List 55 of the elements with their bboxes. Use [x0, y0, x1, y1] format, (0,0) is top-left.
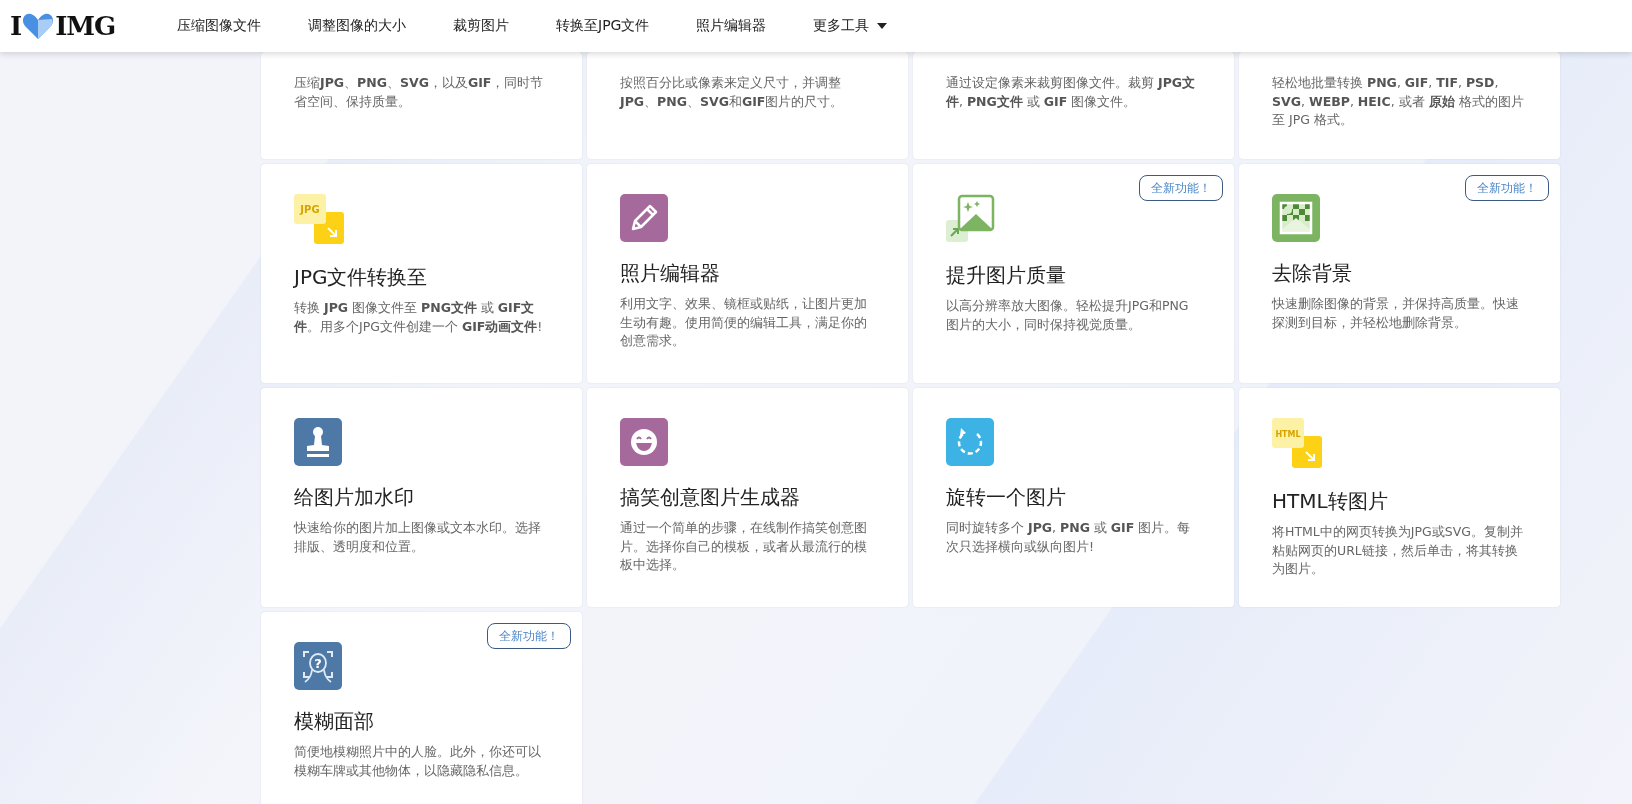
tool-description: 同时旋转多个 JPG, PNG 或 GIF 图片。每次只选择横向或纵向图片! [946, 519, 1192, 556]
nav-dropdown[interactable]: 更多工具 [813, 17, 888, 35]
tool-card[interactable]: 通过设定像素来裁剪图像文件。裁剪 JPG文件, PNG文件 或 GIF 图像文件。 [913, 52, 1234, 159]
caret-icon [877, 23, 888, 29]
tool-description: 通过设定像素来裁剪图像文件。裁剪 JPG文件, PNG文件 或 GIF 图像文件。 [946, 74, 1197, 111]
tool-description: 快速删除图像的背景，并保持高质量。快速探测到目标，并轻松地删除背景。 [1272, 295, 1520, 332]
rotate-icon [946, 418, 994, 466]
tool-title: 提升图片质量 [946, 262, 1067, 289]
tool-description: 将HTML中的网页转换为JPG或SVG。复制并粘贴网页的URL链接，然后单击，将其转换为图片。 [1272, 523, 1524, 578]
pencil-icon [620, 194, 668, 242]
tool-card[interactable]: 旋转一个图片 同时旋转多个 JPG, PNG 或 GIF 图片。每次只选择横向或纵向图片! [913, 388, 1234, 607]
nav-link[interactable]: 调整图像的大小 [308, 17, 406, 35]
tool-card[interactable]: 全新功能！ 提升图片质量 以高分辨率放大图像。轻松提升JPG和PNG图片的大小，同时保持视觉质量。 [913, 164, 1234, 383]
background-remove-icon [1272, 194, 1320, 242]
nav-link[interactable]: 裁剪图片 [453, 17, 509, 35]
tool-title: JPG文件转换至 [294, 264, 429, 291]
tool-description: 利用文字、效果、镜框或贴纸，让图片更加生动有趣。使用简便的编辑工具，满足你的创意需求。 [620, 295, 868, 350]
tool-card[interactable]: HTML HTML转图片 将HTML中的网页转换为JPG或SVG。复制并粘贴网页的URL链接，然后单击，将其转换为图片。 [1239, 388, 1560, 607]
tool-description: 按照百分比或像素来定义尺寸，并调整JPG、PNG、SVG和GIF图片的尺寸。 [620, 74, 845, 111]
tool-card[interactable]: 全新功能！ ? 模糊面部 简便地模糊照片中的人脸。此外，你还可以模糊车牌或其他物体，以隐藏隐私信息。 [261, 612, 582, 804]
tool-description: 压缩JPG、PNG、SVG，以及GIF，同时节省空间、保持质量。 [294, 74, 545, 111]
tool-title: 给图片加水印 [294, 484, 415, 511]
new-feature-badge: 全新功能！ [1139, 175, 1223, 201]
tool-title: 去除背景 [1272, 260, 1353, 287]
nav-link[interactable]: 压缩图像文件 [177, 17, 261, 35]
tool-description: 通过一个简单的步骤，在线制作搞笑创意图片。选择你自己的模板，或者从最流行的模板中选择。 [620, 519, 868, 574]
image-upscale-icon [946, 194, 996, 244]
tool-description: 快速给你的图片加上图像或文本水印。选择排版、透明度和位置。 [294, 519, 542, 556]
laughing-face-icon [620, 418, 668, 466]
tool-card[interactable]: 按照百分比或像素来定义尺寸，并调整JPG、PNG、SVG和GIF图片的尺寸。 [587, 52, 908, 159]
tool-title: 照片编辑器 [620, 260, 721, 287]
tool-description: 轻松地批量转换 PNG, GIF, TIF, PSD, SVG, WEBP, HEIC, 或者 原始 格式的图片至 JPG 格式。 [1272, 74, 1525, 129]
heart-icon [22, 12, 55, 40]
tool-card[interactable]: JPG JPG文件转换至 转换 JPG 图像文件至 PNG文件 或 GIF文件。用多个JPG文件创建一个 GIF动画文件! [261, 164, 582, 383]
new-feature-badge: 全新功能！ [487, 623, 571, 649]
logo-text[interactable]: IMG [55, 11, 116, 41]
face-scan-icon: ? [294, 642, 342, 690]
tool-title: HTML转图片 [1272, 488, 1389, 515]
tool-description: 转换 JPG 图像文件至 PNG文件 或 GIF文件。用多个JPG文件创建一个 GIF动画文件! [294, 299, 544, 336]
nav-link[interactable]: 转换至JPG文件 [556, 17, 650, 35]
new-feature-badge: 全新功能！ [1465, 175, 1549, 201]
stamp-icon [294, 418, 342, 466]
logo-text[interactable]: I [10, 11, 22, 41]
tool-card[interactable]: 照片编辑器 利用文字、效果、镜框或贴纸，让图片更加生动有趣。使用简便的编辑工具，满足你的创意需求。 [587, 164, 908, 383]
tool-card[interactable]: 给图片加水印 快速给你的图片加上图像或文本水印。选择排版、透明度和位置。 [261, 388, 582, 607]
tool-title: 模糊面部 [294, 708, 375, 735]
tool-description: 简便地模糊照片中的人脸。此外，你还可以模糊车牌或其他物体，以隐藏隐私信息。 [294, 743, 542, 780]
tool-card[interactable]: 全新功能！ 去除背景 快速删除图像的背景，并保持高质量。快速探测到目标，并轻松地删除背景。 [1239, 164, 1560, 383]
tool-title: 旋转一个图片 [946, 484, 1067, 511]
nav-link[interactable]: 照片编辑器 [696, 17, 767, 35]
tool-card[interactable]: 轻松地批量转换 PNG, GIF, TIF, PSD, SVG, WEBP, HEIC, 或者 原始 格式的图片至 JPG 格式。 [1239, 52, 1560, 159]
tool-title: 搞笑创意图片生成器 [620, 484, 801, 511]
tool-description: 以高分辨率放大图像。轻松提升JPG和PNG图片的大小，同时保持视觉质量。 [946, 297, 1190, 334]
tool-card[interactable]: 压缩JPG、PNG、SVG，以及GIF，同时节省空间、保持质量。 [261, 52, 582, 159]
tool-card[interactable]: 搞笑创意图片生成器 通过一个简单的步骤，在线制作搞笑创意图片。选择你自己的模板，或者从最流行的模板中选择。 [587, 388, 908, 607]
